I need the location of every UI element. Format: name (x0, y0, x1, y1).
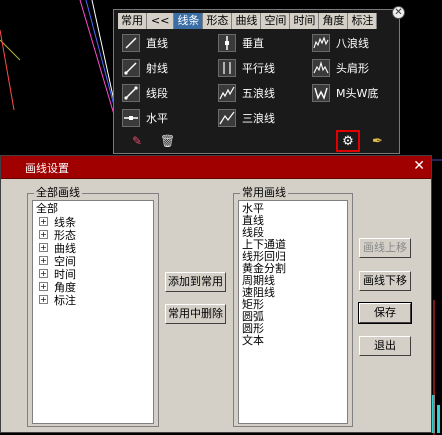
tab-lines[interactable]: 线条 (174, 13, 204, 29)
tab-space[interactable]: 空间 (261, 13, 291, 29)
tool-label: 线段 (146, 87, 168, 100)
expand-icon[interactable]: + (39, 243, 48, 252)
tool-label: 平行线 (242, 62, 275, 75)
tab-common[interactable]: 常用 (118, 13, 147, 29)
eraser-icon[interactable]: ✎ (132, 134, 142, 148)
expand-icon[interactable]: + (39, 282, 48, 291)
three-wave-icon (218, 109, 236, 127)
tab-annotation[interactable]: 标注 (348, 13, 378, 29)
tool-label: 头肩形 (336, 62, 369, 75)
dialog-titlebar: 画线设置 ✕ (1, 156, 431, 179)
move-up-button[interactable]: 画线上移 (359, 238, 411, 258)
five-wave-icon (218, 84, 236, 102)
tab-scroll-left[interactable]: << (147, 13, 175, 29)
tool-label: 射线 (146, 62, 168, 75)
trash-icon[interactable]: 🗑︎ (160, 134, 175, 148)
tool-vertical[interactable]: 垂直 (218, 33, 264, 53)
remove-from-common-button[interactable]: 常用中删除 (165, 304, 226, 324)
line-icon (122, 34, 140, 52)
tab-patterns[interactable]: 形态 (203, 13, 233, 29)
common-lines-list[interactable]: 水平 直线 线段 上下通道 线形回归 黄金分割 周期线 速阻线 矩形 圆弧 圆形… (238, 200, 348, 424)
broom-icon[interactable]: ✒ (372, 134, 383, 149)
expand-icon[interactable]: + (39, 295, 48, 304)
tool-label: 八浪线 (336, 37, 369, 50)
tool-m-top-w-bottom[interactable]: M头W底 (312, 83, 378, 103)
move-down-button[interactable]: 画线下移 (359, 271, 411, 291)
horizontal-line-icon (122, 109, 140, 127)
tool-horizontal[interactable]: 水平 (122, 108, 168, 128)
list-item[interactable]: 文本 (242, 335, 264, 347)
tool-label: 垂直 (242, 37, 264, 50)
expand-icon[interactable]: + (39, 269, 48, 278)
tool-ray[interactable]: 射线 (122, 58, 168, 78)
vertical-line-icon (218, 34, 236, 52)
tool-label: M头W底 (336, 87, 379, 100)
common-lines-group: 常用画线 水平 直线 线段 上下通道 线形回归 黄金分割 周期线 速阻线 矩形 … (233, 186, 353, 427)
tool-label: 五浪线 (242, 87, 275, 100)
segment-icon (122, 84, 140, 102)
tab-time[interactable]: 时间 (290, 13, 320, 29)
drawing-toolbar: 常用 << 线条 形态 曲线 空间 时间 角度 标注 ✕ 直线 射线 线段 水平… (113, 6, 405, 154)
tool-eight-wave[interactable]: 八浪线 (312, 33, 369, 53)
tool-label: 三浪线 (242, 112, 275, 125)
m-top-w-bottom-icon (312, 84, 330, 102)
tool-three-wave[interactable]: 三浪线 (218, 108, 275, 128)
dialog-title: 画线设置 (25, 162, 69, 175)
eight-wave-icon (312, 34, 330, 52)
gear-icon: ⚙ (342, 133, 354, 149)
toolbar-close-icon[interactable]: ✕ (392, 6, 405, 19)
common-lines-legend: 常用画线 (240, 186, 288, 200)
dialog-close-icon[interactable]: ✕ (413, 158, 425, 174)
tool-straight-line[interactable]: 直线 (122, 33, 168, 53)
expand-icon[interactable]: + (39, 256, 48, 265)
head-shoulders-icon (312, 59, 330, 77)
tool-label: 直线 (146, 37, 168, 50)
tool-five-wave[interactable]: 五浪线 (218, 83, 275, 103)
save-button[interactable]: 保存 (358, 302, 412, 324)
tool-segment[interactable]: 线段 (122, 83, 168, 103)
settings-button[interactable]: ⚙ (336, 130, 360, 152)
all-lines-tree[interactable]: 全部 + 线条 + 形态 + 曲线 + 空间 + 时间 + 角度 + 标注 (32, 200, 154, 424)
tree-item-label: 标注 (54, 293, 76, 307)
add-to-common-button[interactable]: 添加到常用 (165, 272, 226, 292)
expand-icon[interactable]: + (39, 230, 48, 239)
tool-head-shoulders[interactable]: 头肩形 (312, 58, 369, 78)
parallel-line-icon (218, 59, 236, 77)
line-settings-dialog: 画线设置 ✕ 全部画线 全部 + 线条 + 形态 + 曲线 + 空间 + 时间 + 角度 +… (0, 155, 432, 433)
all-lines-legend: 全部画线 (34, 186, 82, 200)
expand-icon[interactable]: + (39, 217, 48, 226)
tree-item-annotation[interactable]: + 标注 (39, 293, 76, 307)
tab-angle[interactable]: 角度 (319, 13, 349, 29)
exit-button[interactable]: 退出 (359, 336, 411, 356)
tab-bar: 常用 << 线条 形态 曲线 空间 时间 角度 标注 (118, 13, 378, 29)
tool-label: 水平 (146, 112, 168, 125)
tool-parallel[interactable]: 平行线 (218, 58, 275, 78)
ray-icon (122, 59, 140, 77)
all-lines-group: 全部画线 全部 + 线条 + 形态 + 曲线 + 空间 + 时间 + 角度 + 标注 (27, 186, 159, 427)
tab-curves[interactable]: 曲线 (232, 13, 262, 29)
